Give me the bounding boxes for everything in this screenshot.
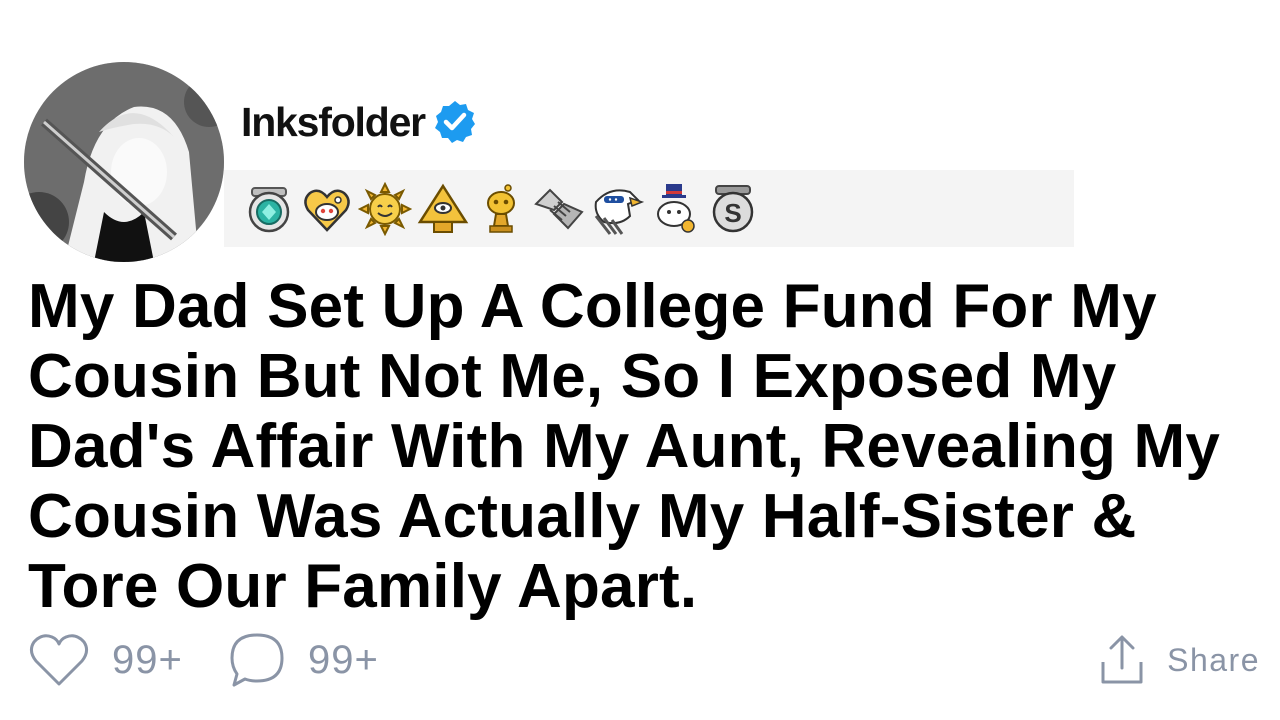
pyramid-eye-award-icon[interactable]	[416, 182, 470, 236]
post-actions: 99+ 99+ Share	[0, 630, 1280, 690]
silver-s-award-icon[interactable]: S	[706, 182, 760, 236]
author-row: Inksfolder	[241, 92, 479, 152]
post-title[interactable]: My Dad Set Up A College Fund For My Cous…	[28, 272, 1268, 622]
heart-snoo-award-icon[interactable]	[300, 182, 354, 236]
top-hat-snoo-award-icon[interactable]	[648, 182, 702, 236]
like-count: 99+	[112, 637, 183, 682]
sun-face-award-icon[interactable]	[358, 181, 412, 236]
teal-gem-award-icon[interactable]	[242, 182, 296, 236]
author-avatar[interactable]	[24, 62, 224, 262]
handshake-award-icon[interactable]	[532, 182, 586, 236]
verified-badge-icon	[434, 101, 475, 143]
comment-count: 99+	[308, 637, 379, 682]
comment-button[interactable]: 99+	[228, 630, 379, 690]
heart-icon	[29, 634, 89, 686]
comment-bubble-icon	[230, 633, 284, 687]
share-button[interactable]: Share	[1099, 630, 1260, 690]
share-upload-icon	[1101, 635, 1143, 684]
share-label: Share	[1167, 641, 1260, 678]
svg-text:S: S	[724, 198, 741, 228]
gold-trophy-snoo-award-icon[interactable]	[474, 182, 528, 236]
eagle-award-icon[interactable]	[590, 182, 644, 236]
like-button[interactable]: 99+	[28, 630, 183, 690]
author-username[interactable]: Inksfolder	[241, 99, 426, 146]
anime-character-avatar-icon	[24, 62, 224, 262]
awards-bar: S	[224, 170, 1074, 247]
